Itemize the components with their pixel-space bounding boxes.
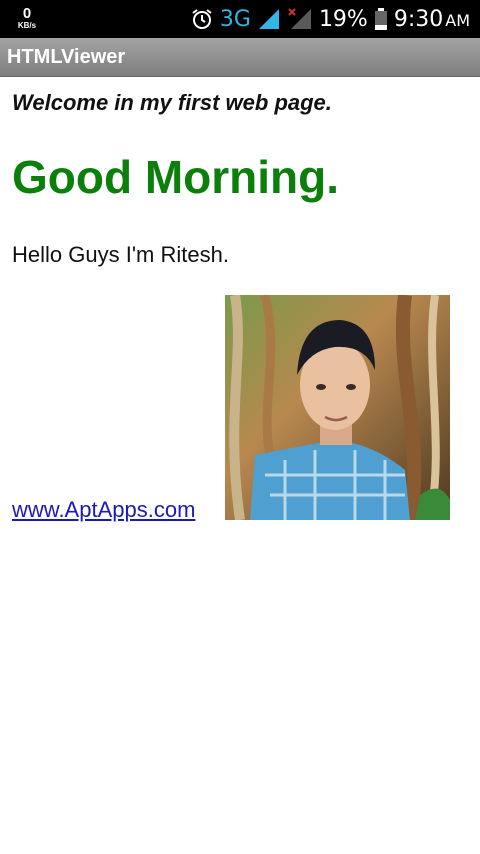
alarm-icon	[192, 9, 212, 29]
battery-icon	[374, 8, 387, 30]
clock-time: 9:30	[393, 6, 444, 32]
hello-text: Hello Guys I'm Ritesh.	[12, 242, 229, 267]
clock-ampm: AM	[445, 10, 470, 30]
no-signal-icon	[288, 8, 311, 29]
network-speed-value: 0	[22, 5, 32, 22]
app-title: HTMLViewer	[7, 46, 126, 68]
app-bar: HTMLViewer	[0, 38, 480, 77]
network-speed: 0 KB/s	[12, 6, 42, 30]
signal-icon	[258, 9, 279, 29]
profile-photo	[225, 295, 450, 520]
network-speed-unit: KB/s	[17, 21, 37, 30]
battery-percent: 19%	[318, 6, 368, 32]
status-bar: 0 KB/s 3G 19% 9:30 AM	[0, 0, 480, 38]
welcome-heading: Welcome in my first web page.	[12, 90, 332, 115]
website-link[interactable]: www.AptApps.com	[12, 497, 195, 523]
greeting-heading: Good Morning.	[12, 151, 340, 203]
network-type: 3G	[219, 6, 251, 32]
clock: 9:30 AM	[394, 7, 470, 32]
